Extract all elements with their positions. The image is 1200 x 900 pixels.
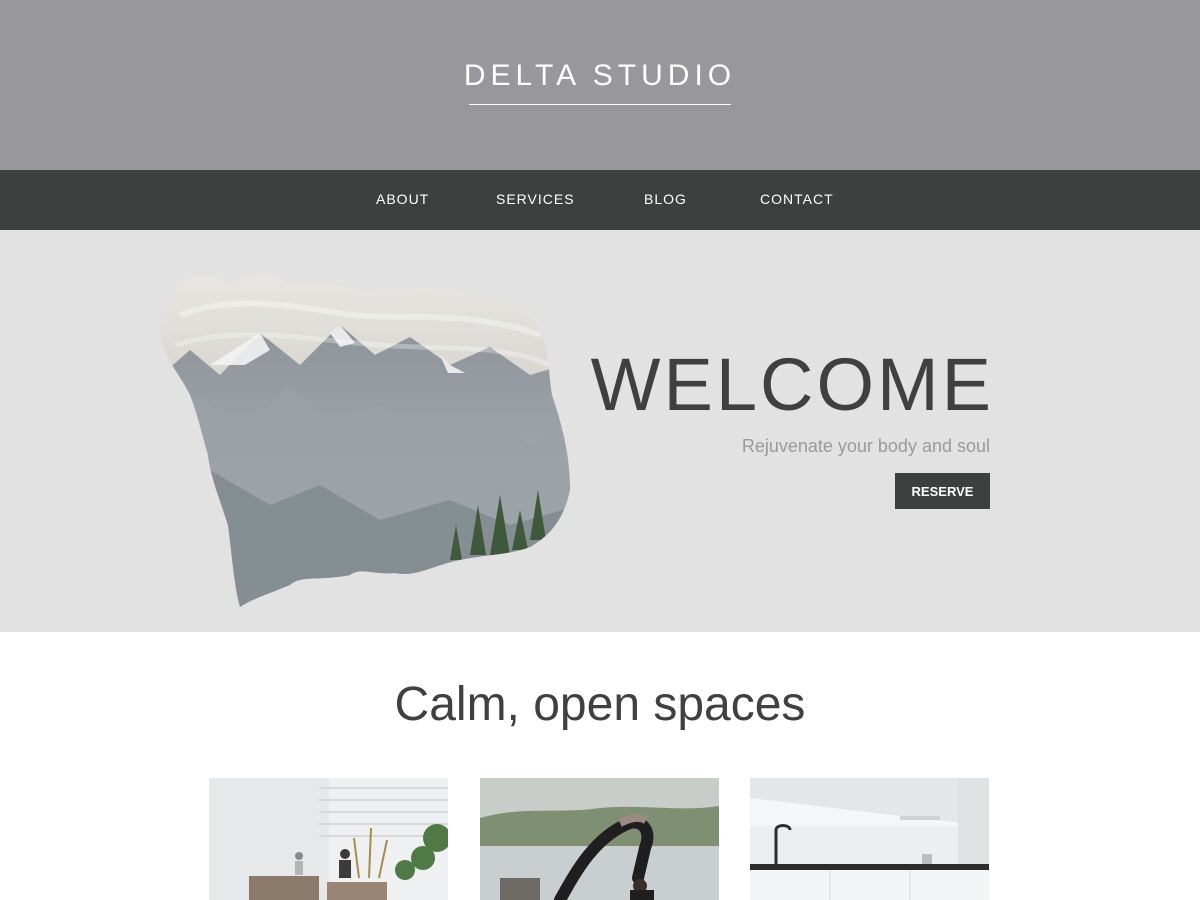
hero-subtitle: Rejuvenate your body and soul <box>741 436 990 456</box>
nav-item-blog[interactable]: BLOG <box>644 170 687 230</box>
site-logo[interactable]: DELTA STUDIO <box>0 58 1200 94</box>
hero-title: WELCOME <box>590 343 994 426</box>
nav-item-contact[interactable]: CONTACT <box>760 170 834 230</box>
hero-section: WELCOME Rejuvenate your body and soul RE… <box>0 230 1200 632</box>
section-title: Calm, open spaces <box>394 678 806 731</box>
white-kitchen-photo[interactable] <box>750 778 989 900</box>
logo-underline <box>469 104 731 105</box>
nav-item-about[interactable]: ABOUT <box>376 170 429 230</box>
bear-mountain-image <box>160 274 570 607</box>
site-header: DELTA STUDIO <box>0 0 1200 170</box>
reserve-button[interactable]: RESERVE <box>895 473 990 509</box>
yoga-backbend-photo[interactable] <box>480 778 719 900</box>
main-nav: ABOUT SERVICES BLOG CONTACT <box>0 170 1200 230</box>
nav-item-services[interactable]: SERVICES <box>496 170 575 230</box>
courtyard-seating-photo[interactable] <box>209 778 448 900</box>
